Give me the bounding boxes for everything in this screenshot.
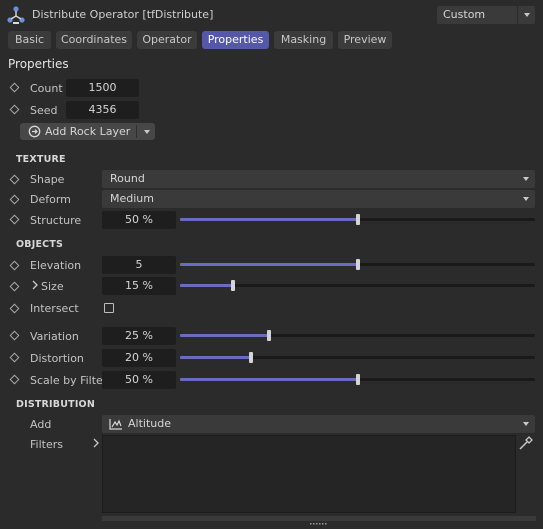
keyframe-diamond-icon[interactable]	[9, 260, 20, 271]
divider	[136, 125, 137, 138]
intersect-checkbox[interactable]	[104, 303, 114, 313]
variation-label: Variation	[30, 330, 79, 343]
variation-field[interactable]: 25 %	[102, 327, 176, 345]
chevron-down-icon	[523, 422, 529, 426]
intersect-label: Intersect	[30, 302, 79, 315]
elevation-label: Elevation	[30, 259, 82, 272]
add-rock-layer-label: Add Rock Layer	[45, 125, 131, 138]
variation-slider[interactable]	[180, 330, 535, 341]
slider-thumb[interactable]	[356, 259, 360, 270]
eyedropper-icon[interactable]	[518, 435, 534, 454]
tab-coordinates[interactable]: Coordinates	[56, 31, 132, 49]
keyframe-diamond-icon[interactable]	[9, 82, 20, 93]
elevation-field[interactable]: 5	[102, 256, 176, 274]
expand-chevron-icon[interactable]	[92, 438, 100, 451]
add-circle-icon	[28, 125, 41, 141]
altitude-chart-icon	[109, 418, 123, 436]
chevron-down-icon	[523, 197, 529, 201]
size-slider[interactable]	[180, 280, 535, 291]
resize-handle[interactable]	[102, 516, 536, 525]
keyframe-diamond-icon[interactable]	[9, 194, 20, 205]
preset-value: Custom	[443, 8, 486, 21]
keyframe-diamond-icon[interactable]	[9, 214, 20, 225]
distribution-header: DISTRIBUTION	[16, 399, 95, 410]
structure-field[interactable]: 50 %	[102, 211, 176, 229]
add-filter-dropdown[interactable]: Altitude	[102, 415, 535, 433]
keyframe-diamond-icon[interactable]	[9, 281, 20, 292]
filters-label: Filters	[30, 438, 63, 451]
slider-thumb[interactable]	[267, 330, 271, 341]
keyframe-diamond-icon[interactable]	[9, 104, 20, 115]
deform-value: Medium	[110, 192, 154, 205]
objects-header: OBJECTS	[16, 239, 64, 250]
keyframe-diamond-icon[interactable]	[9, 330, 20, 341]
tab-masking[interactable]: Masking	[274, 31, 333, 49]
window-title: Distribute Operator [tfDistribute]	[32, 8, 214, 21]
add-filter-value: Altitude	[128, 417, 171, 430]
distribute-operator-icon	[6, 5, 26, 25]
tab-properties[interactable]: Properties	[202, 31, 269, 49]
count-label: Count	[30, 82, 63, 95]
count-field[interactable]: 1500	[66, 79, 139, 97]
tab-preview[interactable]: Preview	[338, 31, 392, 49]
seed-label: Seed	[30, 104, 58, 117]
add-label: Add	[30, 418, 52, 431]
chevron-down-icon	[523, 177, 529, 181]
keyframe-diamond-icon[interactable]	[9, 352, 20, 363]
preset-dropdown[interactable]: Custom	[437, 6, 535, 24]
expand-chevron-icon[interactable]	[31, 280, 39, 293]
distortion-slider[interactable]	[180, 352, 535, 363]
slider-thumb[interactable]	[356, 214, 360, 225]
tab-basic[interactable]: Basic	[8, 31, 51, 49]
chevron-down-icon[interactable]	[144, 130, 150, 134]
slider-thumb[interactable]	[231, 280, 235, 291]
slider-thumb[interactable]	[356, 374, 360, 385]
structure-slider[interactable]	[180, 214, 535, 225]
chevron-down-icon[interactable]	[517, 6, 535, 24]
structure-label: Structure	[30, 214, 82, 227]
filters-list[interactable]	[102, 435, 516, 513]
elevation-slider[interactable]	[180, 259, 535, 270]
keyframe-diamond-icon[interactable]	[9, 303, 20, 314]
slider-thumb[interactable]	[249, 352, 253, 363]
size-label: Size	[41, 280, 64, 293]
deform-label: Deform	[30, 193, 71, 206]
keyframe-diamond-icon[interactable]	[9, 174, 20, 185]
tab-operator[interactable]: Operator	[137, 31, 197, 49]
shape-value: Round	[110, 172, 145, 185]
size-field[interactable]: 15 %	[102, 277, 176, 295]
distortion-label: Distortion	[30, 352, 84, 365]
shape-dropdown[interactable]: Round	[102, 170, 535, 188]
scale-by-filter-field[interactable]: 50 %	[102, 371, 176, 389]
section-title-properties: Properties	[8, 57, 69, 71]
scale-by-filter-label: Scale by Filter	[30, 374, 108, 387]
keyframe-diamond-icon[interactable]	[9, 374, 20, 385]
add-rock-layer-button[interactable]: Add Rock Layer	[20, 123, 155, 140]
shape-label: Shape	[30, 173, 65, 186]
texture-header: TEXTURE	[16, 154, 66, 165]
seed-field[interactable]: 4356	[66, 101, 139, 119]
deform-dropdown[interactable]: Medium	[102, 190, 535, 208]
scale-by-filter-slider[interactable]	[180, 374, 535, 385]
distortion-field[interactable]: 20 %	[102, 349, 176, 367]
